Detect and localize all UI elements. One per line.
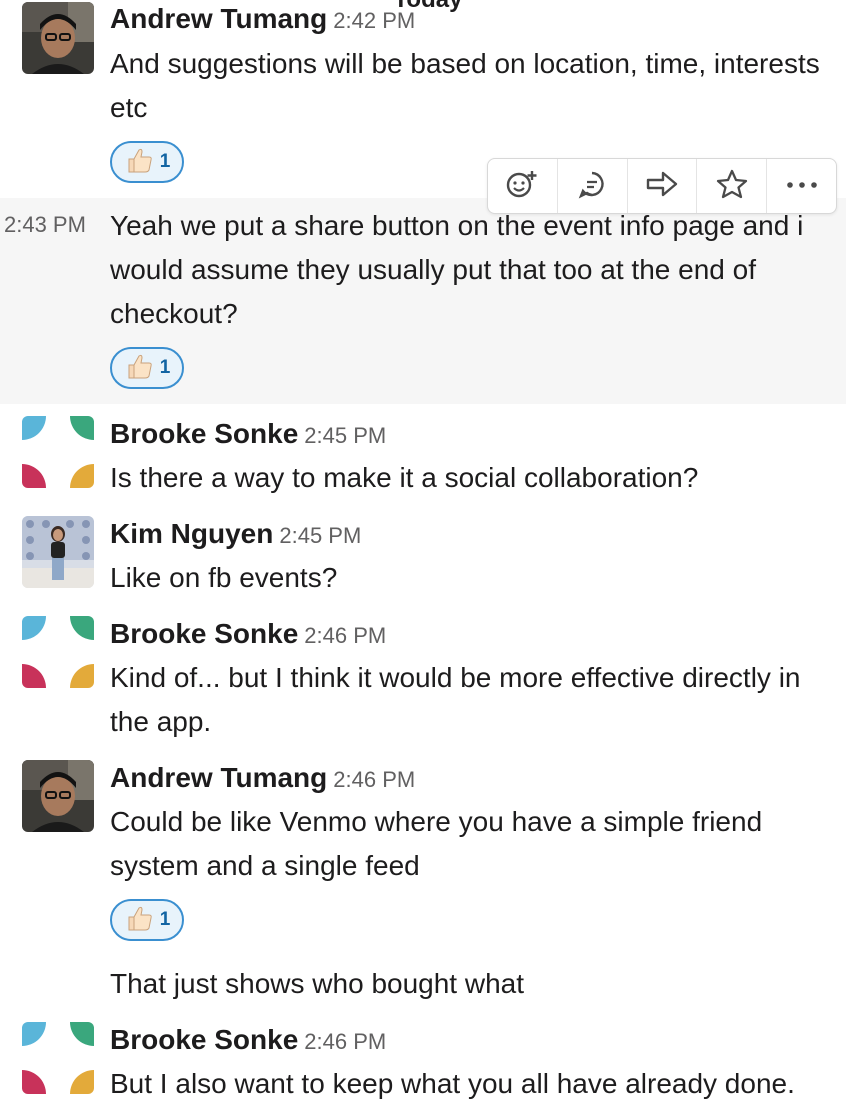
reaction-count: 1: [159, 909, 171, 930]
message-text: Could be like Venmo where you have a sim…: [110, 806, 763, 881]
avatar-andrew-tumang[interactable]: [22, 2, 94, 74]
message-timestamp[interactable]: 2:45 PM: [279, 523, 361, 548]
message-text: Like on fb events?: [110, 562, 338, 593]
message-text: Is there a way to make it a social colla…: [110, 462, 699, 493]
reaction-thumbs-up[interactable]: 1: [110, 347, 184, 389]
avatar-brooke-sonke[interactable]: [22, 616, 94, 688]
message-timestamp[interactable]: 2:45 PM: [304, 423, 386, 448]
author-name[interactable]: Kim Nguyen: [110, 518, 273, 549]
avatar-brooke-sonke[interactable]: [22, 416, 94, 488]
message-timestamp[interactable]: 2:46 PM: [304, 1029, 386, 1054]
author-name[interactable]: Brooke Sonke: [110, 1024, 298, 1055]
message-author[interactable]: Brooke Sonke 2:46 PM: [110, 617, 386, 653]
message-timestamp[interactable]: 2:43 PM: [4, 212, 86, 238]
author-name[interactable]: Andrew Tumang: [110, 762, 327, 793]
message-text: And suggestions will be based on locatio…: [110, 48, 820, 123]
message-timestamp[interactable]: 2:46 PM: [304, 623, 386, 648]
reply-in-thread-icon: [577, 169, 607, 204]
reaction-thumbs-up[interactable]: 1: [110, 899, 184, 941]
message-author[interactable]: Kim Nguyen 2:45 PM: [110, 517, 361, 553]
thumbs-up-icon: [124, 146, 154, 179]
reaction-thumbs-up[interactable]: 1: [110, 141, 184, 183]
avatar-andrew-tumang[interactable]: [22, 760, 94, 832]
more-actions-icon: [785, 177, 819, 195]
message-timestamp[interactable]: 2:46 PM: [333, 767, 415, 792]
message-author[interactable]: Andrew Tumang 2:46 PM: [110, 761, 415, 797]
reaction-count: 1: [159, 151, 171, 172]
reaction-count: 1: [159, 357, 171, 378]
message-text: Yeah we put a share button on the event …: [110, 210, 804, 329]
author-name[interactable]: Brooke Sonke: [110, 618, 298, 649]
thumbs-up-icon: [124, 904, 154, 937]
message-text: But I also want to keep what you all hav…: [110, 1068, 795, 1099]
avatar-brooke-sonke[interactable]: [22, 1022, 94, 1094]
author-name[interactable]: Brooke Sonke: [110, 418, 298, 449]
message-author[interactable]: Andrew Tumang 2:42 PM: [110, 2, 415, 38]
message-author[interactable]: Brooke Sonke 2:45 PM: [110, 417, 386, 453]
message-text: That just shows who bought what: [110, 968, 525, 999]
save-star-icon: [716, 169, 748, 204]
share-message-icon: [645, 170, 679, 203]
add-reaction-icon: [505, 169, 539, 204]
message-timestamp[interactable]: 2:42 PM: [333, 8, 415, 33]
thumbs-up-icon: [124, 352, 154, 385]
message-author[interactable]: Brooke Sonke 2:46 PM: [110, 1023, 386, 1059]
avatar-kim-nguyen[interactable]: [22, 516, 94, 588]
message-text: Kind of... but I think it would be more …: [110, 662, 801, 737]
author-name[interactable]: Andrew Tumang: [110, 3, 327, 34]
